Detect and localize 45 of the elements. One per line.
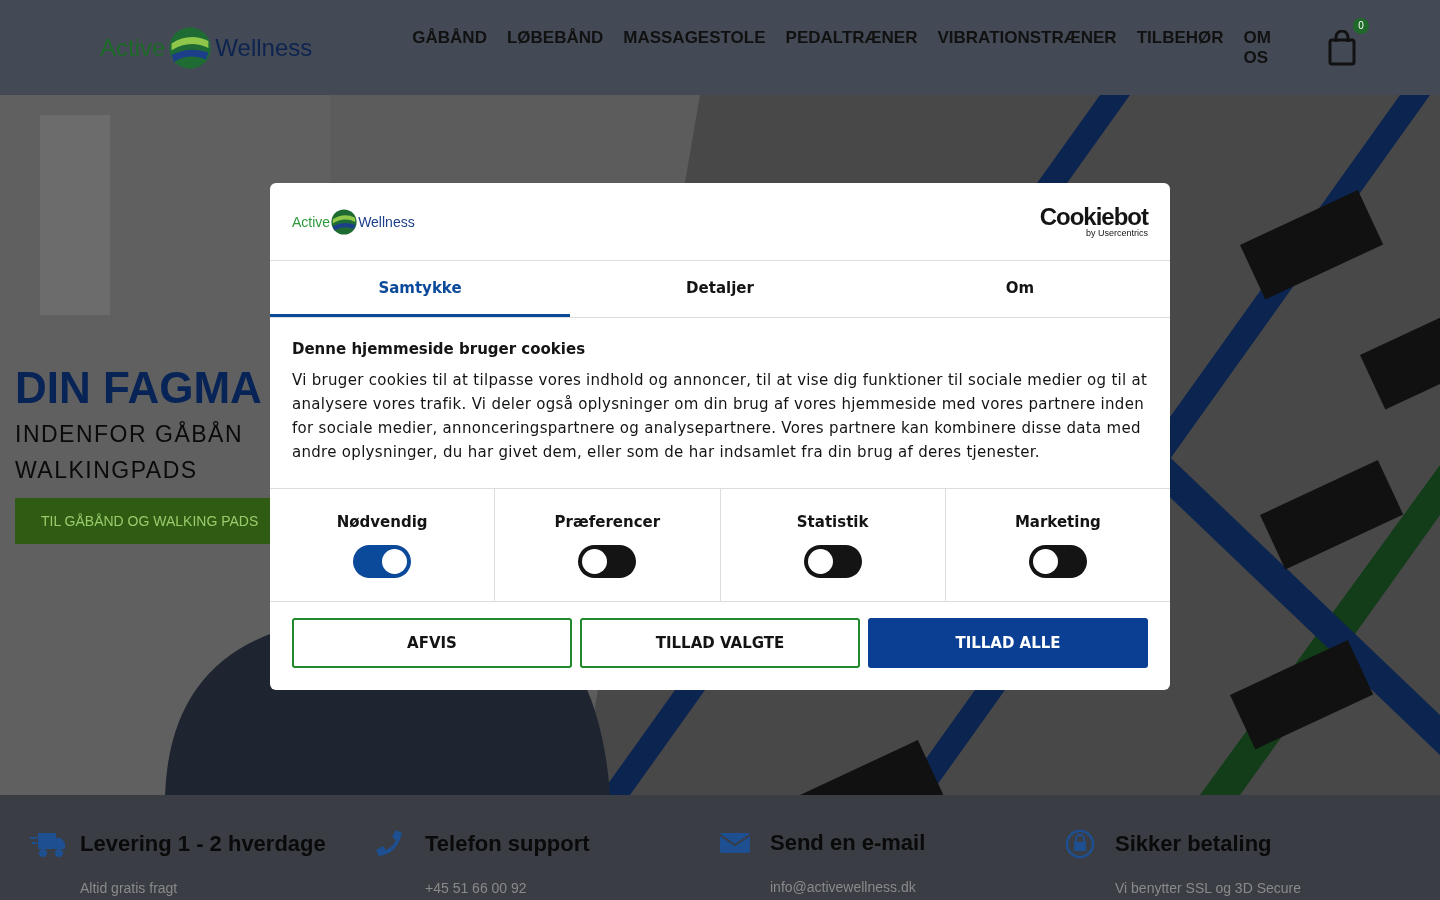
- tab[interactable]: Detaljer: [570, 261, 870, 317]
- toggle-switch[interactable]: [1028, 544, 1087, 578]
- consent-button[interactable]: TILLAD VALGTE: [580, 618, 860, 668]
- nav-link[interactable]: OM OS: [1243, 27, 1271, 68]
- logo-text: Wellness: [215, 33, 313, 62]
- hero-title: DIN FAGMA: [15, 362, 262, 414]
- feature-title: Send en e-mail: [770, 829, 927, 856]
- consent-button[interactable]: AFVIS: [292, 618, 572, 668]
- nav-link[interactable]: MASSAGESTOLE: [623, 27, 766, 68]
- nav-link[interactable]: LØBEBÅND: [506, 27, 604, 68]
- dialog-heading: Denne hjemmeside bruger cookies: [292, 340, 587, 358]
- feature-text: Vi benytter SSL og 3D Secure: [1115, 880, 1302, 897]
- consent-button[interactable]: TILLAD ALLE: [868, 618, 1148, 668]
- hero-subtitle: INDENFOR GÅBÅN: [15, 420, 244, 449]
- toggle-switch[interactable]: [353, 544, 412, 578]
- nav-link[interactable]: TILBEHØR: [1136, 27, 1224, 68]
- nav-link[interactable]: GÅBÅND: [412, 27, 487, 68]
- dialog-text: Vi bruger cookies til at tilpasse vores indhold og annoncer, til at vise dig funktioner til sociale medier og til at analysere vores trafik. Vi deler også oplysninger om din brug af vores hjemmeside med vores partnere inden for sociale medier, annonceringspartnere og analysepartnere. Vores partnere kan kombinere disse data med andre oplysninger, du har givet dem, eller som de har indsamlet fra din brug af deres tjenester.: [292, 370, 1148, 463]
- category-label: Nødvendig: [336, 512, 428, 531]
- globe-icon: [330, 207, 359, 236]
- feature-text: info@activewellness.dk: [770, 879, 917, 896]
- provider-byline: by Usercentrics: [1086, 227, 1148, 238]
- provider-logo-text: Cookiebot: [1039, 205, 1148, 228]
- logo-text: Wellness: [358, 213, 415, 230]
- category-label: Marketing: [1014, 512, 1101, 531]
- tab[interactable]: Samtykke: [270, 261, 570, 317]
- feature-title: Levering 1 - 2 hverdage: [80, 830, 327, 857]
- feature-title: Sikker betaling: [1115, 830, 1273, 857]
- logo-text: Active: [292, 213, 331, 230]
- toggle-switch[interactable]: [803, 544, 862, 578]
- feature-text: +45 51 66 00 92: [425, 880, 528, 897]
- feature-text: Altid gratis fragt: [80, 880, 179, 897]
- cart-count-badge: 0: [1352, 17, 1369, 34]
- category-label: Statistik: [796, 512, 869, 531]
- tab[interactable]: Om: [870, 261, 1170, 317]
- envelope-icon: [720, 830, 750, 855]
- category-label: Præferencer: [554, 512, 661, 531]
- toggle-switch[interactable]: [578, 544, 637, 578]
- nav-link[interactable]: VIBRATIONSTRÆNER: [937, 27, 1117, 68]
- globe-icon: [167, 24, 214, 71]
- nav-link[interactable]: PEDALTRÆNER: [785, 27, 918, 68]
- feature-title: Telefon support: [425, 830, 591, 857]
- phone-icon: [375, 828, 405, 859]
- lock-icon: [1065, 828, 1095, 859]
- hero-subtitle: WALKINGPADS: [15, 456, 198, 485]
